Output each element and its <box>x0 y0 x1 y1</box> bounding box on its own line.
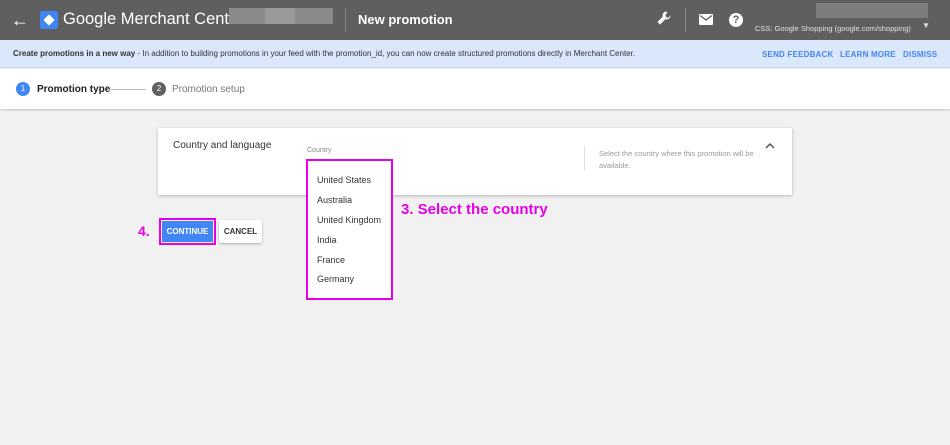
country-option-united-kingdom[interactable]: United Kingdom <box>317 215 381 225</box>
app-name: Google Merchant Center <box>63 10 244 28</box>
country-option-australia[interactable]: Australia <box>317 195 352 205</box>
back-arrow-icon[interactable]: ← <box>10 9 30 31</box>
mail-icon[interactable] <box>696 10 716 30</box>
country-option-france[interactable]: France <box>317 255 345 265</box>
annotation-select-country: 3. Select the country <box>401 201 548 218</box>
step-2-label[interactable]: Promotion setup <box>172 84 245 95</box>
step-1-number: 1 <box>16 82 30 96</box>
step-1-label[interactable]: Promotion type <box>37 84 110 95</box>
top-app-bar: ← Google Merchant Center New promotion ?… <box>0 0 950 40</box>
stepper: 1 Promotion type 2 Promotion setup <box>0 69 950 109</box>
banner-message: Create promotions in a new way - In addi… <box>13 49 635 58</box>
merchant-center-logo-icon <box>40 11 58 29</box>
annotation-step-4: 4. <box>138 223 150 239</box>
card-help-text: Select the country where this promotion … <box>599 149 754 170</box>
page-title: New promotion <box>358 12 453 27</box>
wrench-icon[interactable] <box>654 10 674 30</box>
banner-bold: Create promotions in a new way <box>13 49 136 58</box>
country-field-label: Country <box>307 147 332 154</box>
account-name-redacted <box>816 3 928 18</box>
help-icon[interactable]: ? <box>729 13 743 27</box>
country-language-card: Country and language Country Select the … <box>158 128 792 195</box>
card-title: Country and language <box>173 140 272 151</box>
learn-more-link[interactable]: LEARN MORE <box>840 50 896 59</box>
continue-button[interactable]: CONTINUE <box>162 221 213 242</box>
step-2-number: 2 <box>152 82 166 96</box>
title-divider <box>345 8 346 32</box>
info-banner: Create promotions in a new way - In addi… <box>0 40 950 68</box>
country-option-india[interactable]: India <box>317 235 337 245</box>
country-option-germany[interactable]: Germany <box>317 274 354 284</box>
account-id-redacted <box>229 8 333 24</box>
country-option-united-states[interactable]: United States <box>317 175 371 185</box>
account-line: CSS: Google Shopping (google.com/shoppin… <box>755 24 911 33</box>
banner-body: - In addition to building promotions in … <box>135 49 636 58</box>
dismiss-link[interactable]: DISMISS <box>903 50 937 59</box>
send-feedback-link[interactable]: SEND FEEDBACK <box>762 50 834 59</box>
card-separator <box>584 146 585 171</box>
toolbar-divider <box>685 8 686 32</box>
step-connector <box>108 89 146 90</box>
country-dropdown-menu: United States Australia United Kingdom I… <box>306 159 393 300</box>
cancel-button[interactable]: CANCEL <box>219 220 262 243</box>
chevron-up-icon[interactable] <box>764 140 776 152</box>
dropdown-caret-icon[interactable]: ▼ <box>922 21 930 30</box>
